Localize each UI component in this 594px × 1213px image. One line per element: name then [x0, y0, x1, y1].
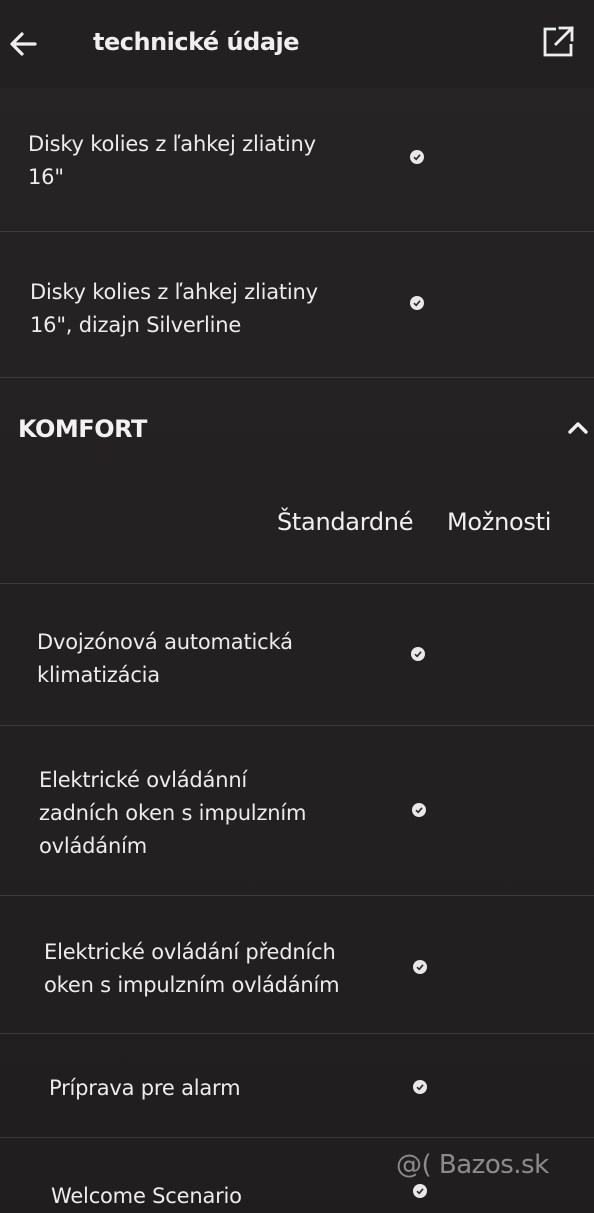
feature-label: Dvojzónová automatická klimatizácia — [37, 630, 293, 687]
arrow-left-icon — [10, 32, 37, 56]
section-title: KOMFORT — [18, 415, 147, 443]
list-item: Disky kolies z ľahkej zliatiny 16", diza… — [0, 232, 594, 378]
top-bar: technické údaje — [0, 0, 594, 88]
list-item: Elektrické ovládánní zadních oken s impu… — [0, 726, 594, 896]
check-icon — [412, 803, 426, 817]
section-komfort-header[interactable]: KOMFORT Štandardné Možnosti — [0, 378, 594, 584]
back-button[interactable] — [6, 24, 40, 64]
check-icon — [413, 960, 427, 974]
feature-label: Príprava pre alarm — [49, 1076, 241, 1100]
feature-label: Elektrické ovládání předních oken s impu… — [44, 940, 340, 997]
list-item: Dvojzónová automatická klimatizácia — [0, 584, 594, 726]
check-icon — [410, 296, 424, 310]
check-icon — [411, 647, 425, 661]
watermark-text: @( Bazos.sk — [396, 1150, 549, 1180]
external-link-icon — [543, 26, 574, 57]
page-title: technické údaje — [93, 28, 300, 56]
feature-label: Disky kolies z ľahkej zliatiny 16", diza… — [30, 280, 318, 337]
feature-label: Welcome Scenario — [51, 1184, 242, 1208]
feature-label: Elektrické ovládánní zadních oken s impu… — [39, 768, 307, 858]
share-button[interactable] — [538, 22, 578, 62]
chevron-up-icon — [568, 422, 588, 434]
app-screen: technické údaje Disky kolies z ľahkej zl… — [0, 0, 594, 1208]
feature-label: Disky kolies z ľahkej zliatiny 16" — [28, 132, 316, 189]
collapse-button[interactable] — [562, 414, 594, 442]
list-item: Príprava pre alarm — [0, 1034, 594, 1138]
check-icon — [410, 150, 424, 164]
column-header-standard: Štandardné — [277, 508, 414, 536]
list-item: Disky kolies z ľahkej zliatiny 16" — [0, 88, 594, 232]
check-icon — [413, 1080, 427, 1094]
column-header-options: Možnosti — [447, 508, 552, 536]
list-item: Elektrické ovládání předních oken s impu… — [0, 896, 594, 1034]
check-icon — [413, 1184, 427, 1198]
